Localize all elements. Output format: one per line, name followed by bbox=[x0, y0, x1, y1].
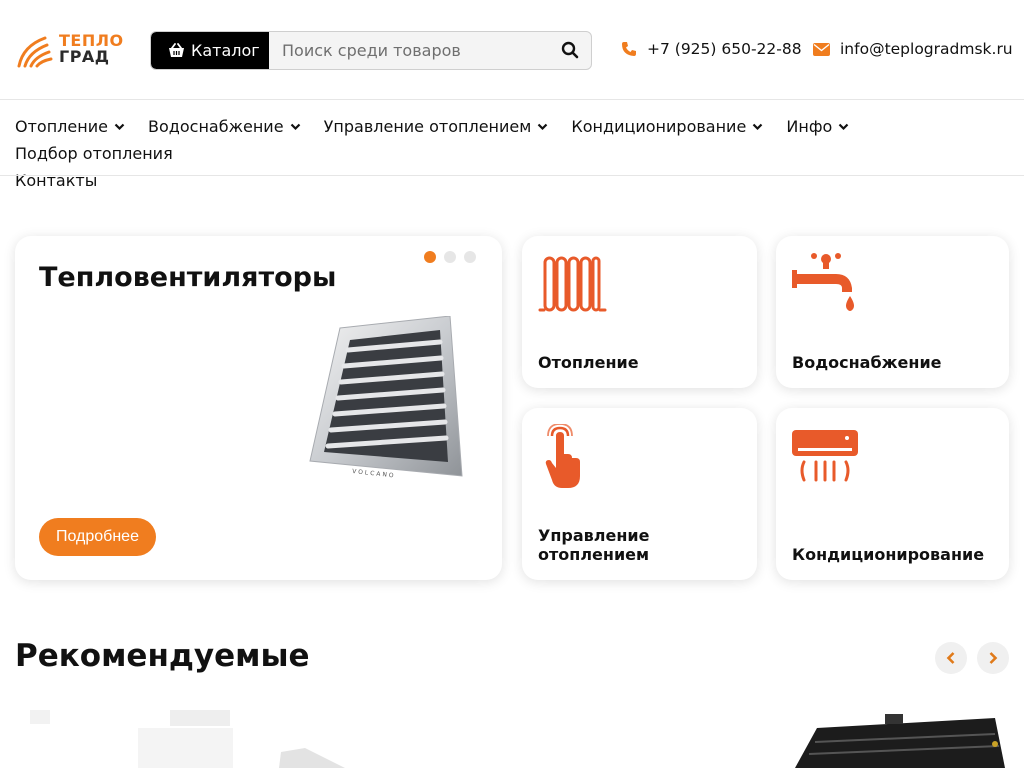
slider-dot[interactable] bbox=[464, 251, 476, 263]
category-card-water-supply[interactable]: Водоснабжение bbox=[776, 236, 1009, 388]
chevron-down-icon bbox=[290, 123, 300, 130]
chevron-down-icon bbox=[753, 123, 763, 130]
product-image[interactable] bbox=[795, 712, 1005, 768]
chevron-right-icon bbox=[989, 652, 998, 664]
logo-text: ТЕПЛО ГРАД bbox=[59, 33, 124, 65]
search-bar: Каталог bbox=[150, 31, 592, 70]
section-title-recommended: Рекомендуемые bbox=[15, 638, 310, 674]
chevron-down-icon bbox=[114, 123, 125, 130]
nav-divider bbox=[0, 175, 1024, 176]
envelope-icon bbox=[813, 42, 830, 56]
nav-item-water-supply[interactable]: Водоснабжение bbox=[148, 113, 301, 140]
phone-number: +7 (925) 650-22-88 bbox=[647, 40, 802, 58]
email-contact[interactable]: info@teplogradmsk.ru bbox=[813, 40, 1013, 58]
email-address: info@teplogradmsk.ru bbox=[840, 40, 1013, 58]
nav-item-label: Инфо bbox=[786, 117, 833, 136]
fan-heater-image: VOLCANO bbox=[309, 316, 463, 480]
hero-details-button[interactable]: Подробнее bbox=[39, 518, 156, 556]
phone-icon bbox=[622, 42, 636, 56]
slider-dot[interactable] bbox=[424, 251, 436, 263]
search-button[interactable] bbox=[561, 41, 581, 61]
faucet-icon bbox=[792, 253, 854, 311]
category-card-air-conditioning[interactable]: Кондиционирование bbox=[776, 408, 1009, 580]
nav-item-label: Контакты bbox=[15, 171, 98, 190]
nav-item-air-conditioning[interactable]: Кондиционирование bbox=[571, 113, 763, 140]
search-icon bbox=[561, 41, 579, 59]
catalog-button[interactable]: Каталог bbox=[151, 32, 269, 69]
category-card-heating-control[interactable]: Управление отоплением bbox=[522, 408, 757, 580]
product-image[interactable] bbox=[20, 708, 235, 768]
nav-item-label: Кондиционирование bbox=[571, 117, 747, 136]
nav-item-label: Водоснабжение bbox=[148, 117, 284, 136]
chevron-down-icon bbox=[538, 123, 548, 130]
hero-title: Тепловентиляторы bbox=[39, 262, 337, 293]
category-card-heating[interactable]: Отопление bbox=[522, 236, 757, 388]
logo-line-2: ГРАД bbox=[59, 47, 110, 66]
nav-item-heating-selection[interactable]: Подбор отопления bbox=[15, 140, 173, 167]
nav-item-info[interactable]: Инфо bbox=[786, 113, 849, 140]
basket-icon bbox=[169, 43, 184, 57]
hero-slider: Тепловентиляторы VOLCANO Подробнее bbox=[15, 236, 502, 580]
logo[interactable]: ТЕПЛО ГРАД bbox=[15, 32, 125, 68]
slider-dot[interactable] bbox=[444, 251, 456, 263]
site-header: ТЕПЛО ГРАД Каталог +7 (925) 650-22-88 bbox=[0, 0, 1024, 100]
nav-item-label: Подбор отопления bbox=[15, 144, 173, 163]
touch-hand-icon bbox=[545, 424, 580, 488]
category-label: Кондиционирование bbox=[792, 545, 985, 564]
chevron-left-icon bbox=[946, 652, 955, 664]
search-input[interactable] bbox=[269, 32, 559, 69]
nav-item-contacts[interactable]: Контакты bbox=[15, 167, 97, 194]
air-conditioner-icon bbox=[792, 430, 858, 482]
chevron-down-icon bbox=[839, 123, 849, 130]
slider-dots bbox=[424, 251, 476, 263]
carousel-next-button[interactable] bbox=[977, 642, 1009, 674]
product-image[interactable] bbox=[275, 748, 355, 768]
nav-item-heating-control[interactable]: Управление отоплением bbox=[324, 113, 549, 140]
category-label: Водоснабжение bbox=[792, 353, 942, 372]
nav-item-label: Отопление bbox=[15, 117, 108, 136]
radiator-icon bbox=[538, 256, 607, 312]
nav-item-label: Управление отоплением bbox=[323, 117, 532, 136]
category-label: Управление отоплением bbox=[538, 526, 650, 564]
nav-item-heating[interactable]: Отопление bbox=[15, 113, 125, 140]
logo-sun-icon bbox=[17, 36, 53, 68]
carousel-prev-button[interactable] bbox=[935, 642, 967, 674]
category-label: Отопление bbox=[538, 353, 639, 372]
main-nav: Отопление Водоснабжение Управление отопл… bbox=[15, 113, 1005, 194]
catalog-label: Каталог bbox=[191, 41, 260, 60]
product-brand-mark: VOLCANO bbox=[352, 468, 396, 480]
phone-contact[interactable]: +7 (925) 650-22-88 bbox=[621, 40, 802, 58]
